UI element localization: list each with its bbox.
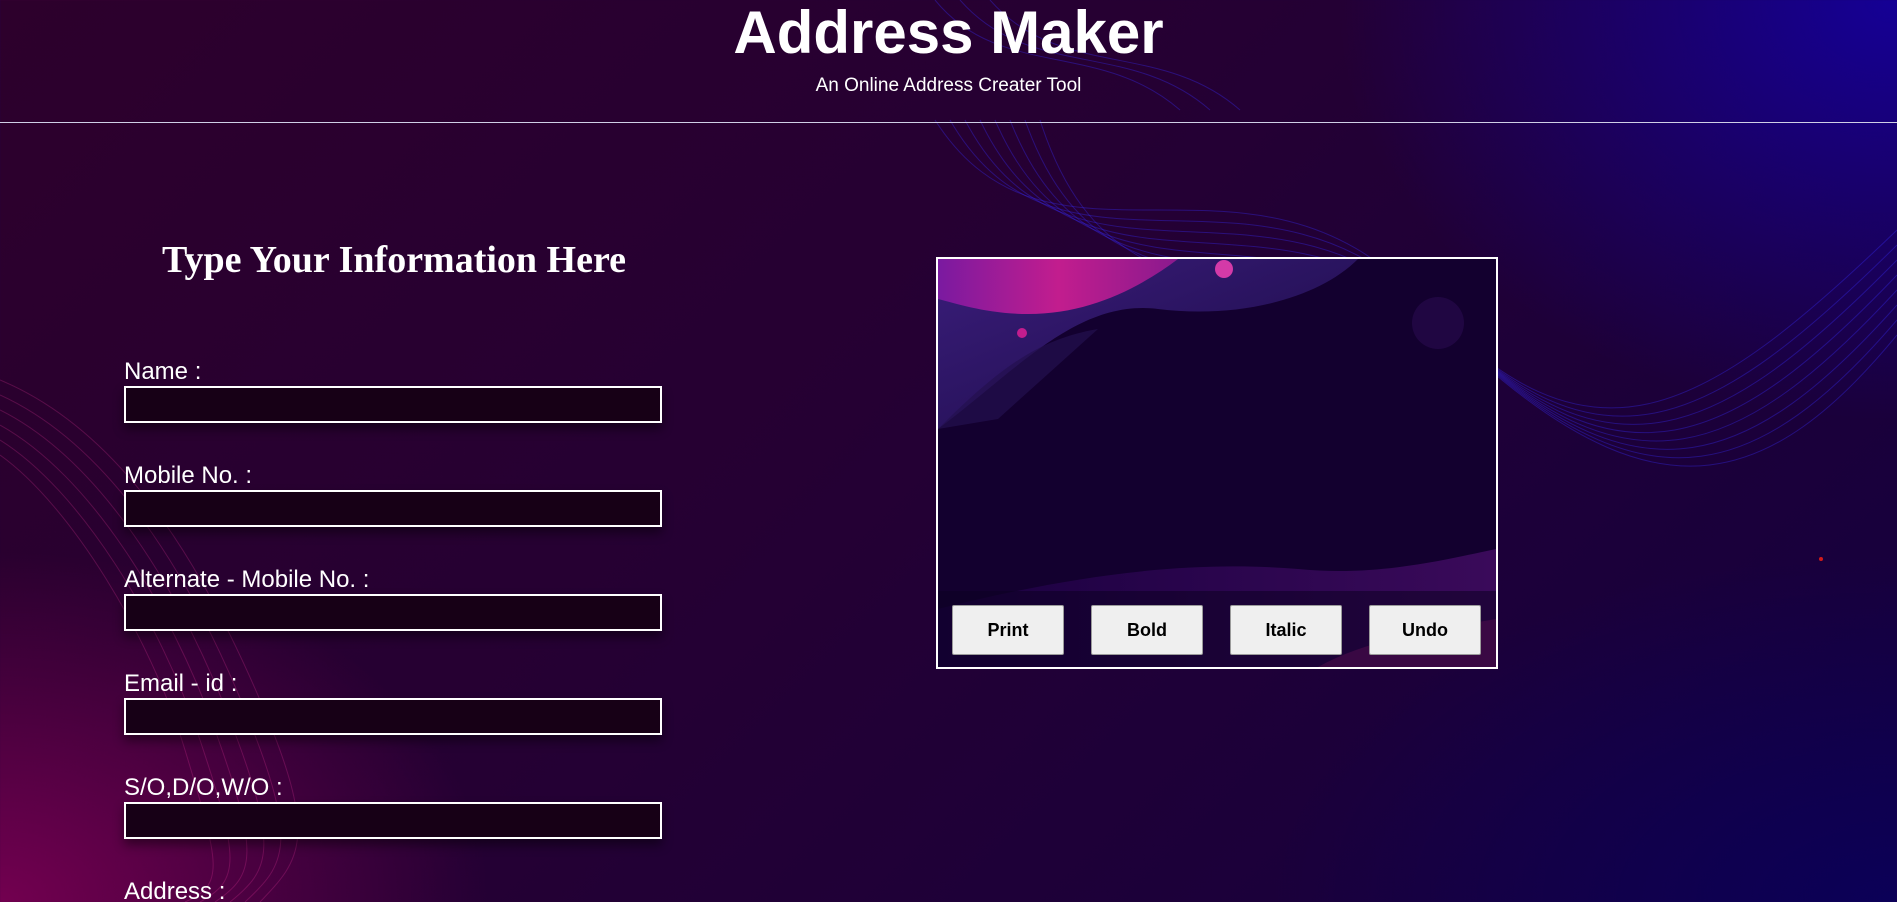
relation-field-group: S/O,D/O,W/O : — [124, 774, 664, 839]
mobile-label: Mobile No. : — [124, 462, 253, 489]
alternate-mobile-input[interactable] — [124, 594, 662, 631]
relation-input[interactable] — [124, 802, 662, 839]
app-header: Address Maker An Online Address Creater … — [0, 0, 1897, 123]
mobile-field-group: Mobile No. : — [124, 462, 664, 527]
address-field-group: Address : — [124, 878, 664, 902]
bold-button[interactable]: Bold — [1091, 605, 1203, 655]
alternate-mobile-label: Alternate - Mobile No. : — [124, 566, 370, 593]
app-subtitle: An Online Address Creater Tool — [815, 75, 1082, 96]
address-label: Address : — [124, 878, 226, 902]
address-preview-panel: Print Bold Italic Undo — [936, 257, 1498, 669]
email-label: Email - id : — [124, 670, 238, 697]
email-input[interactable] — [124, 698, 662, 735]
form-heading: Type Your Information Here — [161, 239, 627, 281]
italic-button[interactable]: Italic — [1230, 605, 1342, 655]
relation-label: S/O,D/O,W/O : — [124, 774, 283, 801]
app-title: Address Maker — [733, 0, 1164, 66]
undo-button[interactable]: Undo — [1369, 605, 1481, 655]
mobile-input[interactable] — [124, 490, 662, 527]
alternate-mobile-field-group: Alternate - Mobile No. : — [124, 566, 664, 631]
print-button[interactable]: Print — [952, 605, 1064, 655]
decorative-dot — [1819, 557, 1823, 561]
name-label: Name : — [124, 358, 202, 385]
name-field-group: Name : — [124, 358, 664, 423]
name-input[interactable] — [124, 386, 662, 423]
preview-toolbar: Print Bold Italic Undo — [938, 605, 1496, 655]
email-field-group: Email - id : — [124, 670, 664, 735]
